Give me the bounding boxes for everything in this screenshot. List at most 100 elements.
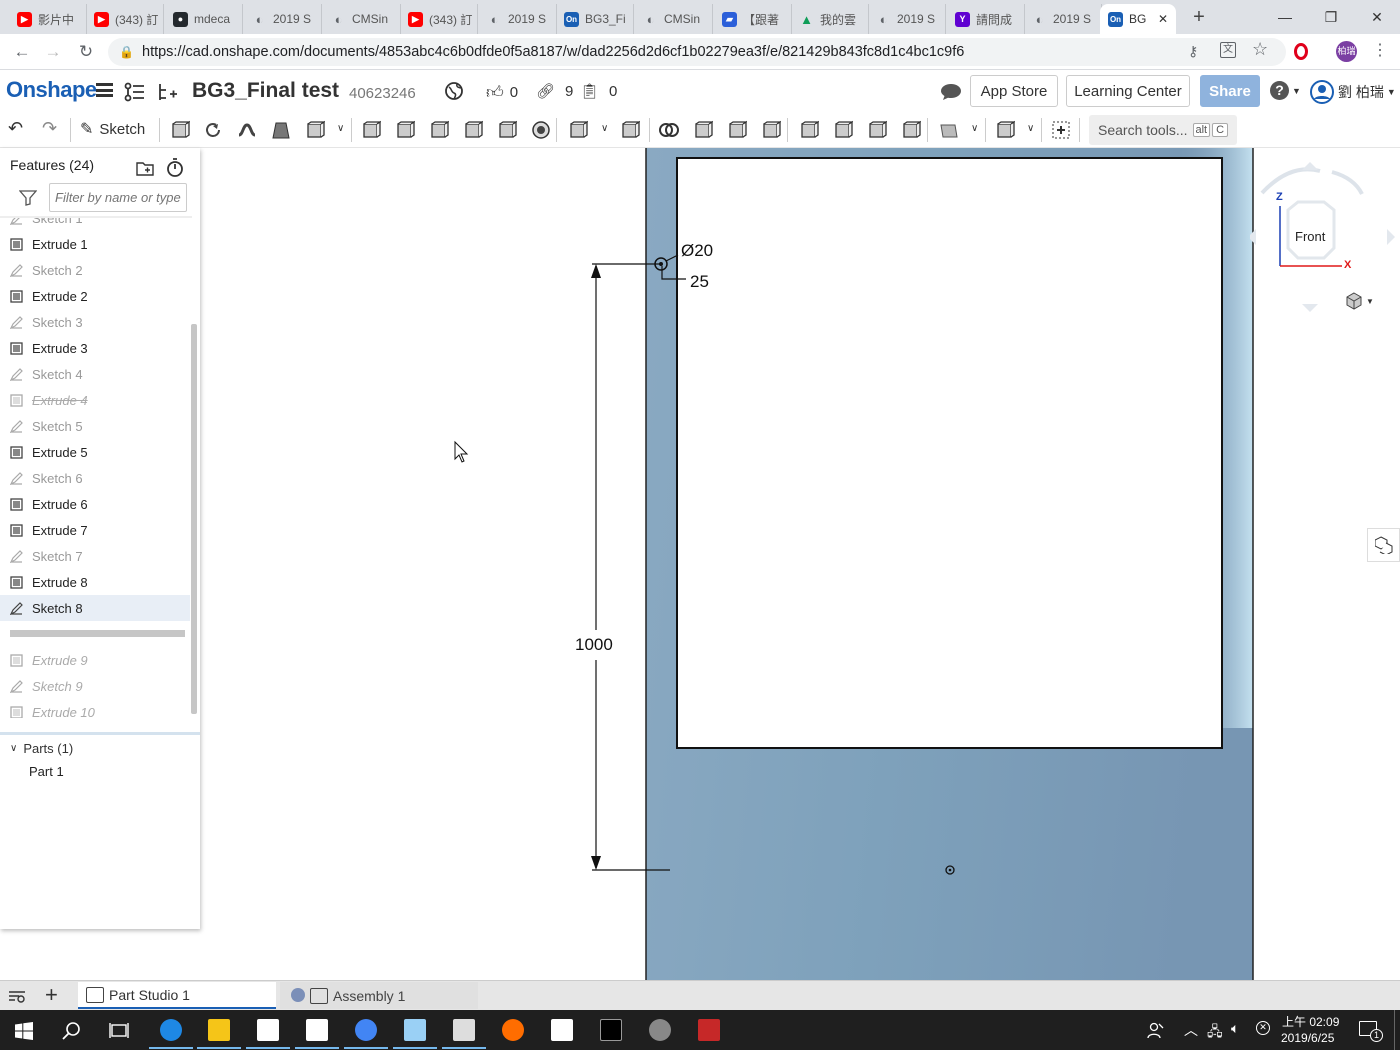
translate-icon[interactable]: 文 xyxy=(1220,42,1236,58)
rotate-down-arrow-icon[interactable] xyxy=(1302,304,1318,312)
network-icon[interactable]: 🖧︎ xyxy=(1207,1021,1223,1045)
browser-tab[interactable]: ◐ 2019 S xyxy=(479,4,557,34)
reload-button[interactable]: ↻ xyxy=(75,41,97,63)
add-custom-feature-icon[interactable] xyxy=(1051,120,1071,140)
terminal-icon[interactable] xyxy=(597,1016,625,1044)
feature-extrude-4[interactable]: Extrude 4 xyxy=(0,387,190,413)
tray-chevron-up-icon[interactable]: ︿ xyxy=(1184,1020,1198,1040)
insert-tree-icon[interactable] xyxy=(156,82,178,102)
loft-icon[interactable] xyxy=(271,120,291,140)
fillet-icon[interactable] xyxy=(361,120,381,140)
learning-center-button[interactable]: Learning Center xyxy=(1066,75,1190,107)
app-store-button[interactable]: App Store xyxy=(970,75,1058,107)
height-dimension-label[interactable]: 1000 xyxy=(575,635,613,654)
tab-manager-icon[interactable] xyxy=(8,988,26,1004)
chevron-down-icon[interactable]: ∨ xyxy=(971,123,978,134)
links-button[interactable]: 🔗︎ 9 xyxy=(536,82,573,101)
feature-filter-input[interactable] xyxy=(49,183,187,212)
browser-tab[interactable]: On BG3_Fi xyxy=(556,4,634,34)
undo-icon[interactable]: ↶ xyxy=(8,118,23,139)
move-face-icon[interactable] xyxy=(867,120,887,140)
sweep-icon[interactable] xyxy=(237,120,257,140)
browser-tab[interactable]: On BG ✕ xyxy=(1100,4,1176,34)
rollback-bar[interactable] xyxy=(10,630,185,637)
feature-extrude-9[interactable]: Extrude 9 xyxy=(0,647,190,673)
people-icon[interactable] xyxy=(1147,1021,1165,1039)
feature-extrude-2[interactable]: Extrude 2 xyxy=(0,283,190,309)
delete-part-icon[interactable] xyxy=(761,120,781,140)
chevron-down-icon[interactable]: ∨ xyxy=(1027,123,1034,134)
browser-tab[interactable]: ◐ 2019 S xyxy=(1024,4,1102,34)
sphere-app-icon[interactable] xyxy=(646,1016,674,1044)
chevron-down-icon[interactable]: ∨ xyxy=(601,123,608,134)
feature-extrude-10[interactable]: Extrude 10 xyxy=(0,699,190,718)
feature-sketch-8[interactable]: Sketch 8 xyxy=(0,595,190,621)
share-button[interactable]: Share xyxy=(1200,75,1260,107)
rotate-right-arrow-icon[interactable] xyxy=(1387,229,1395,245)
windows-start-icon[interactable] xyxy=(15,1022,33,1040)
rotate-left-arrow-icon[interactable] xyxy=(1250,229,1256,245)
comments-icon[interactable] xyxy=(940,83,962,101)
browser-tab[interactable]: ▲ 我的雲 xyxy=(791,4,869,34)
browser-tab[interactable]: Y 請問成 xyxy=(947,4,1025,34)
feature-sketch-9[interactable]: Sketch 9 xyxy=(0,673,190,699)
tab-assembly[interactable]: Assembly 1 xyxy=(280,982,478,1009)
feature-sketch-5[interactable]: Sketch 5 xyxy=(0,413,190,439)
view-cube[interactable]: Front Z X ▼ xyxy=(1250,158,1400,318)
sketch-button[interactable]: ✎ Sketch xyxy=(80,119,145,139)
feature-sketch-2[interactable]: Sketch 2 xyxy=(0,257,190,283)
minimize-button[interactable]: — xyxy=(1262,0,1308,34)
clock-date[interactable]: 2019/6/25 xyxy=(1281,1031,1334,1045)
input-method-icon[interactable]: ✕ xyxy=(1256,1021,1270,1035)
browser-tab[interactable]: ◐ 2019 S xyxy=(868,4,946,34)
browser-tab[interactable]: ▶ 影片中 xyxy=(9,4,87,34)
tab-part-studio[interactable]: Part Studio 1 xyxy=(78,982,276,1009)
delete-face-icon[interactable] xyxy=(833,120,853,140)
modify-fillet-icon[interactable] xyxy=(799,120,819,140)
feature-list-scrollbar[interactable] xyxy=(191,324,197,714)
like-button[interactable]: 👍︎ 0 xyxy=(486,82,518,103)
linear-pattern-icon[interactable] xyxy=(568,120,588,140)
task-view-icon[interactable] xyxy=(109,1021,129,1041)
video-editor-icon[interactable] xyxy=(548,1016,576,1044)
view-options-cube-icon[interactable]: ▼ xyxy=(1345,292,1374,310)
inkscape-icon[interactable] xyxy=(442,1016,486,1049)
fighter-app-icon[interactable] xyxy=(695,1016,723,1044)
parts-section-toggle[interactable]: ∨ Parts (1) xyxy=(10,741,73,756)
onshape-logo[interactable]: Onshape xyxy=(6,77,97,103)
chamfer-icon[interactable] xyxy=(395,120,415,140)
feature-extrude-8[interactable]: Extrude 8 xyxy=(0,569,190,595)
add-element-button[interactable]: + xyxy=(45,982,58,1008)
redo-icon[interactable]: ↷ xyxy=(42,118,57,139)
replace-face-icon[interactable] xyxy=(901,120,921,140)
key-icon[interactable]: ⚷ xyxy=(1188,43,1198,60)
model-canvas[interactable]: Ø20 25 1000 xyxy=(200,148,1400,980)
sketch-rectangle-region[interactable] xyxy=(676,157,1223,749)
extrude-icon[interactable] xyxy=(170,120,190,140)
volume-icon[interactable]: 🔈︎ xyxy=(1231,1020,1239,1037)
mirror-icon[interactable] xyxy=(620,120,640,140)
screensketch-icon[interactable] xyxy=(393,1016,437,1049)
shell-icon[interactable] xyxy=(497,120,517,140)
feature-sketch-7[interactable]: Sketch 7 xyxy=(0,543,190,569)
browser-tab[interactable]: ▶ (343) 訂 xyxy=(86,4,164,34)
search-icon[interactable] xyxy=(62,1021,82,1041)
browser-tab[interactable]: ▶ (343) 訂 xyxy=(400,4,478,34)
feature-sketch-3[interactable]: Sketch 3 xyxy=(0,309,190,335)
feature-sketch-4[interactable]: Sketch 4 xyxy=(0,361,190,387)
appearance-panel-icon[interactable] xyxy=(1367,528,1400,562)
clock-time[interactable]: 上午 02:09 xyxy=(1282,1013,1339,1030)
view-cube-front-label[interactable]: Front xyxy=(1295,229,1325,244)
feature-sketch-1[interactable]: Sketch 1 xyxy=(0,218,190,231)
split-icon[interactable] xyxy=(693,120,713,140)
opera-extension-icon[interactable] xyxy=(1294,43,1308,60)
url-field[interactable]: 🔒 https://cad.onshape.com/documents/4853… xyxy=(108,38,1286,66)
feature-extrude-3[interactable]: Extrude 3 xyxy=(0,335,190,361)
new-tab-button[interactable]: + xyxy=(1188,6,1210,28)
chrome-icon[interactable] xyxy=(341,1010,391,1050)
mail-icon[interactable] xyxy=(295,1016,339,1049)
rotate-arc-icon[interactable] xyxy=(1260,167,1321,195)
feature-extrude-5[interactable]: Extrude 5 xyxy=(0,439,190,465)
thicken-icon[interactable] xyxy=(305,120,325,140)
transform-icon[interactable] xyxy=(727,120,747,140)
